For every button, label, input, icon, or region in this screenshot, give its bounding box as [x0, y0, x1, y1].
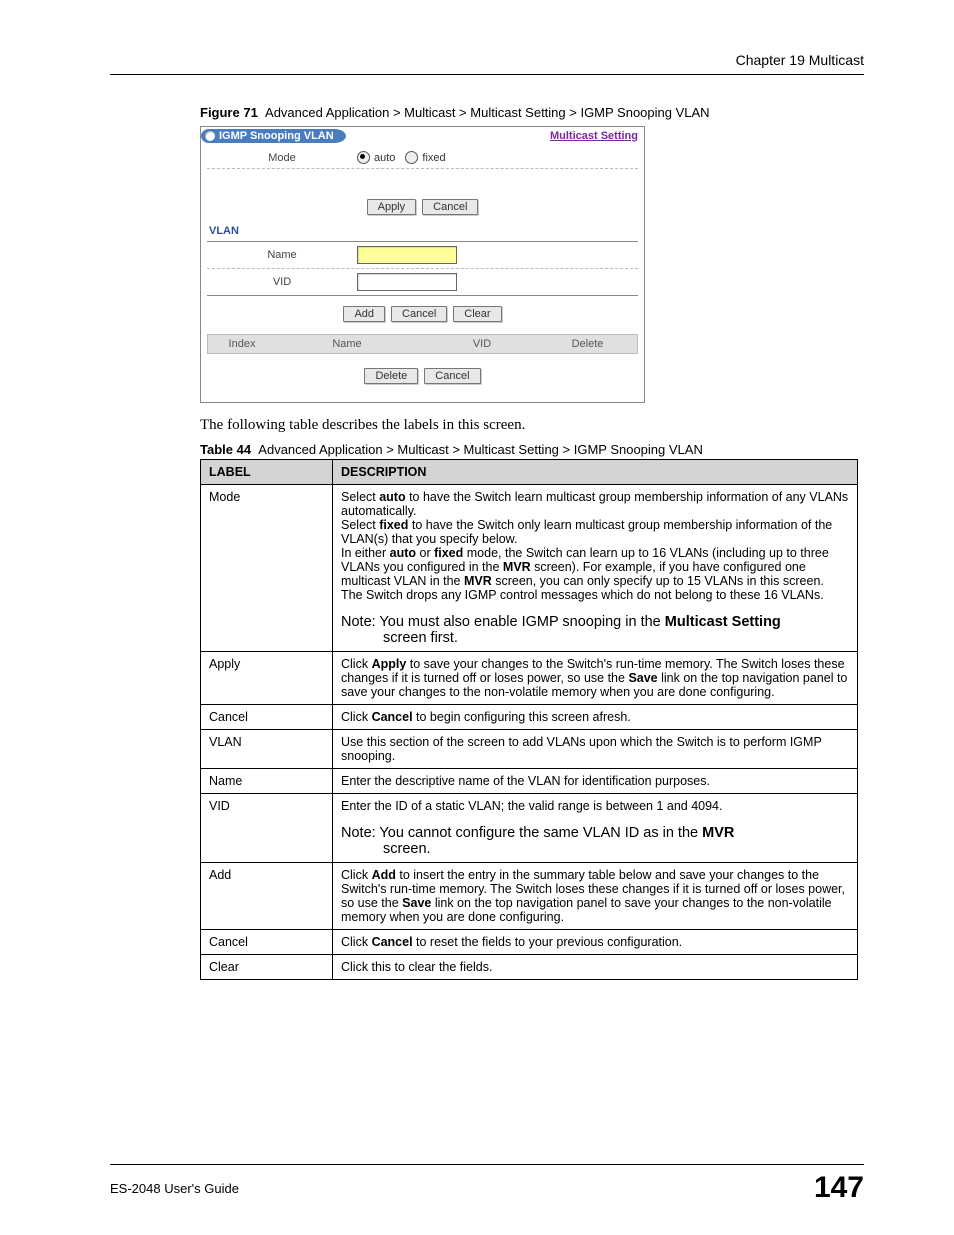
figure-caption: Figure 71 Advanced Application > Multica… — [200, 105, 864, 120]
row-name-label: Name — [201, 769, 333, 794]
row-cancel-desc: Click Cancel to begin configuring this s… — [333, 705, 858, 730]
table-row: Mode Select auto to have the Switch lear… — [201, 485, 858, 652]
row-vlan-label: VLAN — [201, 730, 333, 769]
row-mode-desc: Select auto to have the Switch learn mul… — [333, 485, 858, 652]
header-rule — [110, 74, 864, 75]
name-label: Name — [207, 249, 357, 261]
row-apply-desc: Click Apply to save your changes to the … — [333, 652, 858, 705]
table-row: Clear Click this to clear the fields. — [201, 955, 858, 980]
table-row: VLAN Use this section of the screen to a… — [201, 730, 858, 769]
table-row: Cancel Click Cancel to begin configuring… — [201, 705, 858, 730]
chapter-title: Chapter 19 Multicast — [110, 52, 864, 68]
table-caption: Table 44 Advanced Application > Multicas… — [200, 442, 864, 457]
name-input[interactable] — [357, 246, 457, 264]
clear-button[interactable]: Clear — [453, 306, 501, 322]
col-name: Name — [272, 338, 422, 350]
row-add-desc: Click Add to insert the entry in the sum… — [333, 863, 858, 930]
row-vid-label: VID — [201, 794, 333, 863]
th-label: LABEL — [201, 460, 333, 485]
table-caption-text: Advanced Application > Multicast > Multi… — [258, 442, 703, 457]
row-clear-label: Clear — [201, 955, 333, 980]
figure-label: Figure 71 — [200, 105, 258, 120]
row-mode-label: Mode — [201, 485, 333, 652]
col-vid: VID — [422, 338, 542, 350]
row-apply-label: Apply — [201, 652, 333, 705]
delete-button[interactable]: Delete — [364, 368, 418, 384]
vid-input[interactable] — [357, 273, 457, 291]
figure-caption-text: Advanced Application > Multicast > Multi… — [265, 105, 710, 120]
vid-label: VID — [207, 276, 357, 288]
cancel2-button[interactable]: Cancel — [391, 306, 447, 322]
row-vlan-desc: Use this section of the screen to add VL… — [333, 730, 858, 769]
col-index: Index — [212, 338, 272, 350]
screenshot-panel: IGMP Snooping VLAN Multicast Setting Mod… — [200, 126, 645, 403]
multicast-setting-link[interactable]: Multicast Setting — [550, 130, 638, 142]
page-number: 147 — [814, 1171, 864, 1205]
list-header: Index Name VID Delete — [207, 334, 638, 354]
radio-fixed[interactable] — [405, 151, 418, 164]
th-desc: DESCRIPTION — [333, 460, 858, 485]
mode-label: Mode — [207, 152, 357, 164]
radio-fixed-label: fixed — [422, 152, 445, 164]
table-row: Apply Click Apply to save your changes t… — [201, 652, 858, 705]
table-row: Cancel Click Cancel to reset the fields … — [201, 930, 858, 955]
row-vid-desc: Enter the ID of a static VLAN; the valid… — [333, 794, 858, 863]
add-button[interactable]: Add — [343, 306, 385, 322]
footer-guide: ES-2048 User's Guide — [110, 1181, 239, 1196]
col-delete: Delete — [542, 338, 633, 350]
row-clear-desc: Click this to clear the fields. — [333, 955, 858, 980]
table-row: Add Click Add to insert the entry in the… — [201, 863, 858, 930]
table-row: Name Enter the descriptive name of the V… — [201, 769, 858, 794]
panel-tab: IGMP Snooping VLAN — [201, 129, 346, 143]
vlan-section-heading: VLAN — [209, 225, 638, 237]
radio-auto-label: auto — [374, 152, 395, 164]
radio-auto[interactable] — [357, 151, 370, 164]
table-label: Table 44 — [200, 442, 251, 457]
row-cancel2-desc: Click Cancel to reset the fields to your… — [333, 930, 858, 955]
cancel3-button[interactable]: Cancel — [424, 368, 480, 384]
row-cancel2-label: Cancel — [201, 930, 333, 955]
row-add-label: Add — [201, 863, 333, 930]
row-name-desc: Enter the descriptive name of the VLAN f… — [333, 769, 858, 794]
table-row: VID Enter the ID of a static VLAN; the v… — [201, 794, 858, 863]
row-cancel-label: Cancel — [201, 705, 333, 730]
cancel-button[interactable]: Cancel — [422, 199, 478, 215]
body-intro-text: The following table describes the labels… — [200, 417, 864, 434]
apply-button[interactable]: Apply — [367, 199, 417, 215]
description-table: LABEL DESCRIPTION Mode Select auto to ha… — [200, 459, 858, 980]
